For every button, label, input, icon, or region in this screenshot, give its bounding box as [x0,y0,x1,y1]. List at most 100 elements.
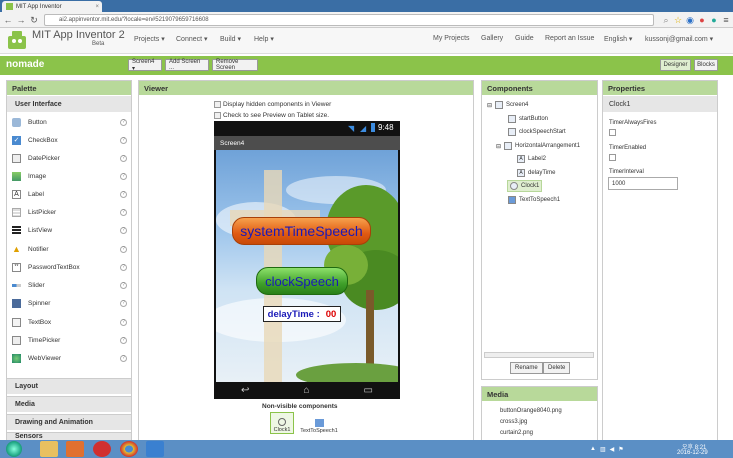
menu-icon[interactable]: ≡ [720,14,732,26]
extension3-icon[interactable]: ● [708,14,720,26]
system-time-speech-button[interactable]: systemTimeSpeech [232,217,371,245]
taskbar-date[interactable]: 2016-12-29 [677,450,708,456]
palette-item-checkbox[interactable]: ✓ CheckBox? [7,131,131,149]
tree-item-delaytime[interactable]: AdelayTime [517,169,555,177]
designer-button[interactable]: Designer [660,59,691,71]
palette-item-passwordtextbox[interactable]: ** PasswordTextBox? [7,258,131,276]
link-gallery[interactable]: Gallery [481,35,503,42]
tree-item-startbutton[interactable]: startButton [508,115,548,123]
tray-network-icon[interactable]: ▥ [600,446,606,453]
menu-projects[interactable]: Projects ▾ [134,35,165,43]
extension-icon[interactable]: ◉ [684,14,696,26]
menu-build[interactable]: Build ▾ [220,35,241,43]
media-player-taskbar-icon[interactable] [66,441,84,457]
tree-item-clockspeechstart[interactable]: clockSpeechStart [508,128,566,136]
menu-account[interactable]: kussonj@gmail.com ▾ [645,35,713,43]
tree-item-texttospeech1[interactable]: TextToSpeech1 [508,196,560,204]
help-icon[interactable]: ? [120,245,127,253]
tray-flag-icon[interactable]: ⚑ [618,446,623,453]
explorer-taskbar-icon[interactable] [40,441,58,457]
start-button[interactable] [6,441,22,457]
link-guide[interactable]: Guide [515,35,534,42]
palette-item-timepicker[interactable]: TimePicker? [7,331,131,349]
help-icon[interactable]: ? [120,154,127,162]
tray-volume-icon[interactable]: ◀ [610,446,615,453]
add-screen-button[interactable]: Add Screen ... [165,59,209,71]
help-icon[interactable]: ? [120,136,127,144]
media-file[interactable]: cross3.jpg [500,419,527,425]
reload-icon[interactable]: ↻ [28,14,40,26]
display-hidden-row[interactable]: Display hidden components in Viewer [214,101,331,108]
palette-item-label: WebViewer [28,354,61,362]
menu-language[interactable]: English ▾ [604,35,632,43]
prop-timeralwaysfires-checkbox[interactable] [609,129,616,136]
chrome-taskbar-icon[interactable] [120,441,138,457]
delete-button[interactable]: Delete [543,362,571,374]
help-icon[interactable]: ? [120,336,127,344]
tree-item-clock1-selected[interactable]: Clock1 [507,180,543,192]
help-icon[interactable]: ? [120,263,127,271]
help-icon[interactable]: ? [120,299,127,307]
help-icon[interactable]: ? [120,172,127,180]
nonvisible-texttospeech1[interactable]: TextToSpeech1 [296,412,342,434]
media-file[interactable]: curtain2.png [500,430,533,436]
palette-item-listpicker[interactable]: ListPicker? [7,203,131,221]
help-icon[interactable]: ? [120,208,127,216]
rename-button[interactable]: Rename [510,362,543,374]
forward-icon[interactable]: → [15,14,27,26]
bookmark-star-icon[interactable]: ☆ [672,14,684,26]
prop-timerenabled-checkbox[interactable] [609,154,616,161]
collapse-icon[interactable]: ⊟ [496,143,501,150]
palette-item-notifier[interactable]: ▲ Notifier? [7,240,131,258]
collapse-icon[interactable]: ⊟ [487,102,492,109]
close-tab-icon[interactable]: × [95,4,99,10]
palette-section-media[interactable]: Media [7,396,131,412]
link-report-issue[interactable]: Report an Issue [545,35,594,42]
palette-item-listview[interactable]: ListView? [7,221,131,239]
menu-help[interactable]: Help ▾ [254,35,274,43]
clock-speech-button[interactable]: clockSpeech [256,267,348,295]
tree-item-label2[interactable]: A Label2 [517,155,546,163]
help-icon[interactable]: ? [120,318,127,326]
palette-item-image[interactable]: Image? [7,167,131,185]
tree-item-screen4[interactable]: ⊟ Screen4 [487,101,528,109]
remove-screen-button[interactable]: Remove Screen [212,59,258,71]
palette-item-label[interactable]: A Label? [7,185,131,203]
tablet-preview-row[interactable]: Check to see Preview on Tablet size. [214,112,329,119]
extension2-icon[interactable]: ● [696,14,708,26]
browser-tab[interactable]: MIT App Inventor × [2,1,102,12]
palette-item-datepicker[interactable]: DatePicker? [7,149,131,167]
help-icon[interactable]: ? [120,354,127,362]
palette-section-layout[interactable]: Layout [7,378,131,394]
display-hidden-checkbox[interactable] [214,101,221,108]
nonvisible-clock1[interactable]: Clock1 [270,412,294,434]
link-my-projects[interactable]: My Projects [433,35,470,42]
palette-item-spinner[interactable]: Spinner? [7,294,131,312]
menu-connect[interactable]: Connect ▾ [176,35,208,43]
tray-arrow-icon[interactable]: ▲ [590,446,596,452]
help-icon[interactable]: ? [120,226,127,234]
app-taskbar-icon[interactable] [93,441,111,457]
prop-timerinterval-input[interactable]: 1000 [608,177,678,190]
zoom-icon[interactable]: ⌕ [660,14,672,26]
screen-select-button[interactable]: Screen4 ▾ [128,59,162,72]
help-icon[interactable]: ? [120,190,127,198]
tree-item-horizontalarrangement1[interactable]: ⊟ HorizontalArrangement1 [496,142,580,150]
palette-section-drawing[interactable]: Drawing and Animation [7,414,131,430]
url-field[interactable]: ai2.appinventor.mit.edu/?locale=en#52190… [44,14,654,26]
blocks-button[interactable]: Blocks [694,59,718,71]
tablet-preview-checkbox[interactable] [214,112,221,119]
ie-taskbar-icon[interactable] [146,441,164,457]
palette-item-button[interactable]: Button? [7,113,131,131]
back-icon[interactable]: ← [2,14,14,26]
palette-category-user-interface[interactable]: User Interface [7,96,131,112]
media-file[interactable]: buttonOrange8040.png [500,408,562,414]
delay-time-arrangement[interactable]: delayTime : 00 [263,306,341,322]
help-icon[interactable]: ? [120,281,127,289]
palette-item-webviewer[interactable]: WebViewer? [7,349,131,367]
help-icon[interactable]: ? [120,118,127,126]
palette-section-sensors[interactable]: Sensors [7,432,131,440]
components-hscrollbar[interactable] [484,352,594,358]
palette-item-textbox[interactable]: TextBox? [7,313,131,331]
palette-item-slider[interactable]: Slider? [7,276,131,294]
